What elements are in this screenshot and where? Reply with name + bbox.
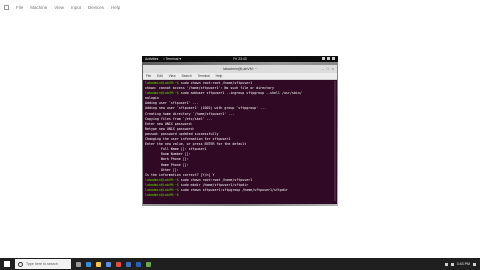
shell-prompt: labadmin@LabVM:~$ xyxy=(145,91,179,96)
terminal-text: sudo adduser sftpuser1 --ingroup sftpgro… xyxy=(178,91,302,96)
host-menu-input[interactable]: Input xyxy=(71,5,81,10)
terminal-text: Enter new UNIX password: xyxy=(145,121,193,126)
terminal-titlebar[interactable]: labadmin@LabVM: ~ ‒ □ × xyxy=(143,65,337,73)
host-menu-bar: File Machine View Input Devices Help xyxy=(0,0,480,14)
close-icon[interactable]: × xyxy=(332,67,334,71)
chrome-icon[interactable] xyxy=(116,261,121,267)
maximize-icon[interactable]: □ xyxy=(327,67,329,71)
search-icon xyxy=(18,261,23,267)
terminal-text: Other []: xyxy=(145,167,179,172)
shell-prompt: labadmin@LabVM:~$ xyxy=(145,193,179,198)
terminal-text: Adding new user `sftpuser1' (1002) with … xyxy=(145,106,267,111)
word-icon[interactable] xyxy=(136,261,141,267)
search-placeholder: Type here to search xyxy=(26,262,58,266)
terminal-title: labadmin@LabVM: ~ xyxy=(223,66,257,71)
terminal-text: Home Phone []: xyxy=(145,162,189,167)
terminal-text: Room Number []: xyxy=(145,152,191,157)
terminal-menu-terminal[interactable]: Terminal xyxy=(198,74,210,78)
terminal-text: Copying files from `/etc/skel' ... xyxy=(145,116,213,121)
power-icon xyxy=(332,57,335,60)
network-icon xyxy=(322,57,325,60)
system-tray[interactable] xyxy=(322,57,335,60)
network-tray-icon[interactable] xyxy=(444,262,448,266)
terminal-text: Full Name []: sftpuser1 xyxy=(145,147,207,152)
shell-prompt: labadmin@LabVM:~$ xyxy=(145,177,179,182)
terminal-text: sudo chown sftpuser1:sftpgroup /home/sft… xyxy=(178,187,288,192)
shell-prompt: labadmin@LabVM:~$ xyxy=(145,187,179,192)
chevron-down-icon: ▾ xyxy=(179,57,182,61)
terminal-text: sudo chown root:root /home/sftpuser1 xyxy=(178,177,253,182)
volume-icon xyxy=(327,57,330,60)
terminal-menu-edit[interactable]: Edit xyxy=(157,74,163,78)
terminal-menu-help[interactable]: Help xyxy=(216,74,223,78)
windows-taskbar: Type here to search 3:43 PM xyxy=(0,258,480,270)
terminal-text: chown: cannot access '/home/sftpuser1': … xyxy=(145,86,275,91)
terminal-text: nologin xyxy=(145,96,159,101)
terminal-menu-search[interactable]: Search xyxy=(182,74,192,78)
file-explorer-icon[interactable] xyxy=(96,261,101,267)
gnome-clock[interactable]: Fri 23:43 xyxy=(233,57,246,61)
shell-prompt: labadmin@LabVM:~$ xyxy=(145,81,179,85)
terminal-text: passwd: password updated successfully xyxy=(145,131,219,136)
taskbar-tray: 3:43 PM xyxy=(444,258,476,270)
windows-start-icon[interactable] xyxy=(4,261,10,267)
app-menu-button[interactable]: ▪ Terminal ▾ xyxy=(163,57,181,61)
taskbar-search-box[interactable]: Type here to search xyxy=(15,259,71,269)
host-menu-machine[interactable]: Machine xyxy=(30,5,47,10)
app-icon[interactable] xyxy=(146,261,151,267)
taskbar-pinned-apps xyxy=(71,261,151,267)
volume-tray-icon[interactable] xyxy=(450,262,454,266)
terminal-window[interactable]: labadmin@LabVM: ~ ‒ □ × File Edit View S… xyxy=(143,65,337,204)
terminal-text: Creating home directory `/home/sftpuser1… xyxy=(145,111,235,116)
terminal-scrollbar[interactable] xyxy=(334,81,336,201)
shell-prompt: labadmin@LabVM:~$ xyxy=(145,182,179,187)
vm-display[interactable]: Activities ▪ Terminal ▾ Fri 23:43 labadm… xyxy=(142,56,338,206)
terminal-output[interactable]: labadmin@LabVM:~$ sudo chown root:root /… xyxy=(145,81,332,202)
host-menu-devices[interactable]: Devices xyxy=(88,5,104,10)
terminal-icon: ▪ xyxy=(163,57,165,61)
terminal-text: sudo mkdir /home/sftpuser1/sftpdir xyxy=(178,182,249,187)
terminal-text: sudo chown root:root /home/sftpuser1 xyxy=(178,81,253,85)
edge-icon[interactable] xyxy=(86,261,91,267)
store-icon[interactable] xyxy=(106,261,111,267)
host-menu-file[interactable]: File xyxy=(16,5,23,10)
taskbar-clock[interactable]: 3:43 PM xyxy=(457,262,470,266)
terminal-text: Is the information correct? [Y/n] Y xyxy=(145,172,215,177)
app-menu-label: Terminal xyxy=(165,57,179,61)
terminal-line: labadmin@LabVM:~$ xyxy=(145,193,332,198)
gnome-top-bar: Activities ▪ Terminal ▾ Fri 23:43 xyxy=(142,56,338,62)
host-menu-help[interactable]: Help xyxy=(111,5,120,10)
terminal-text: Retype new UNIX password: xyxy=(145,126,195,131)
terminal-menu-bar: File Edit View Search Terminal Help xyxy=(143,73,337,80)
terminal-text: Enter the new value, or press ENTER for … xyxy=(145,142,247,147)
terminal-text: Adding user `sftpuser1' ... xyxy=(145,101,199,106)
host-menu-view[interactable]: View xyxy=(54,5,64,10)
terminal-text: Work Phone []: xyxy=(145,157,189,162)
terminal-menu-file[interactable]: File xyxy=(146,74,151,78)
activities-button[interactable]: Activities xyxy=(145,57,158,61)
task-view-icon[interactable] xyxy=(76,261,81,267)
notification-icon[interactable] xyxy=(473,262,476,266)
minimize-icon[interactable]: ‒ xyxy=(322,67,324,71)
terminal-menu-view[interactable]: View xyxy=(169,74,176,78)
virtualbox-icon[interactable] xyxy=(126,261,131,267)
virtualbox-window-icon xyxy=(4,4,9,10)
terminal-text: Changing the user information for sftpus… xyxy=(145,137,231,142)
